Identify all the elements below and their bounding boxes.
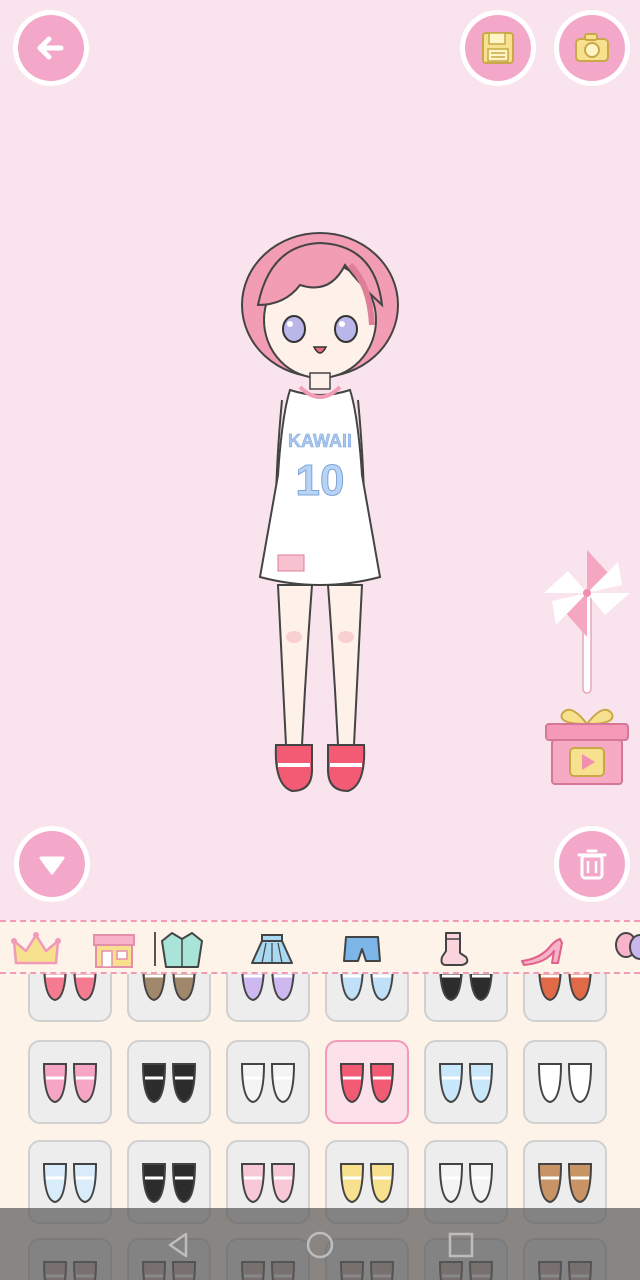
item-tile[interactable] xyxy=(325,974,409,1022)
camera-button[interactable] xyxy=(554,10,630,86)
bow-platform-shoes-icon xyxy=(141,1163,197,1204)
nav-back-triangle-icon xyxy=(168,1232,188,1258)
shorts-icon xyxy=(343,936,381,962)
item-tile[interactable] xyxy=(523,1040,607,1124)
category-premium[interactable] xyxy=(10,928,62,970)
trash-button[interactable] xyxy=(554,826,630,902)
arrow-left-icon xyxy=(37,36,64,60)
nav-recents-square-icon xyxy=(448,1232,474,1258)
nav-recents-button[interactable] xyxy=(444,1228,478,1262)
black-punk-boots-icon xyxy=(141,1063,197,1104)
jersey-text: KAWAII xyxy=(288,431,352,451)
back-button[interactable] xyxy=(13,10,89,86)
item-tile[interactable] xyxy=(226,974,310,1022)
nav-home-button[interactable] xyxy=(303,1228,337,1262)
balloon-icon xyxy=(615,932,640,960)
floppy-disk-icon xyxy=(482,32,514,64)
triangle-down-icon xyxy=(39,856,65,875)
item-tile[interactable] xyxy=(28,1040,112,1124)
category-shoes[interactable] xyxy=(516,928,568,970)
black-shoes-icon xyxy=(439,974,493,1002)
category-shorts[interactable] xyxy=(336,928,388,970)
item-tile[interactable] xyxy=(226,1040,310,1124)
collapse-panel-button[interactable] xyxy=(14,826,90,902)
gift-video-reward-icon[interactable] xyxy=(540,702,634,788)
strappy-sandals-icon xyxy=(240,1063,296,1104)
item-tile[interactable] xyxy=(424,1040,508,1124)
sock-icon xyxy=(440,932,469,966)
jersey-number: 10 xyxy=(296,456,345,505)
red-boots-icon xyxy=(538,974,592,1002)
category-accessories[interactable] xyxy=(606,928,640,970)
system-navigation-bar xyxy=(0,1208,640,1280)
save-button[interactable] xyxy=(460,10,536,86)
yellow-boots-icon xyxy=(339,1163,395,1204)
brown-boots-icon xyxy=(142,974,196,1002)
category-socks[interactable] xyxy=(426,928,478,970)
nav-home-circle-icon xyxy=(306,1231,334,1259)
category-skirt[interactable] xyxy=(246,928,298,970)
nav-back-button[interactable] xyxy=(162,1228,196,1262)
lavender-flats-icon xyxy=(241,974,295,1002)
high-heel-icon xyxy=(521,938,563,966)
mary-jane-flats-icon xyxy=(339,1063,395,1104)
dress-up-stage: KAWAII 10 xyxy=(0,0,640,920)
ballet-slippers-icon xyxy=(240,1163,296,1204)
flower-sandals-icon xyxy=(537,1163,593,1204)
crown-icon xyxy=(11,932,61,965)
category-jacket[interactable] xyxy=(156,928,208,970)
blue-fluffy-slippers-icon xyxy=(438,1063,494,1104)
green-ribbon-boots-icon xyxy=(438,1163,494,1204)
item-tile[interactable] xyxy=(523,974,607,1022)
item-tile[interactable] xyxy=(325,1040,409,1124)
category-shop[interactable] xyxy=(88,928,140,970)
character-doll: KAWAII 10 xyxy=(241,232,399,793)
pink-flats-icon xyxy=(43,974,97,1002)
blue-sneakers-icon xyxy=(340,974,394,1002)
store-icon xyxy=(93,934,135,968)
cat-slippers-icon xyxy=(537,1063,593,1104)
polka-dot-sneakers-icon xyxy=(42,1163,98,1204)
item-tile[interactable] xyxy=(127,1040,211,1124)
jacket-icon xyxy=(161,932,203,968)
item-tile[interactable] xyxy=(424,974,508,1022)
bunny-slippers-icon xyxy=(42,1063,98,1104)
trash-can-icon xyxy=(577,849,607,880)
item-tile[interactable] xyxy=(127,974,211,1022)
pinwheel-icon[interactable] xyxy=(540,545,636,695)
category-bar xyxy=(0,920,640,974)
skirt-icon xyxy=(251,934,293,964)
item-tile[interactable] xyxy=(28,974,112,1022)
camera-icon xyxy=(575,33,609,62)
